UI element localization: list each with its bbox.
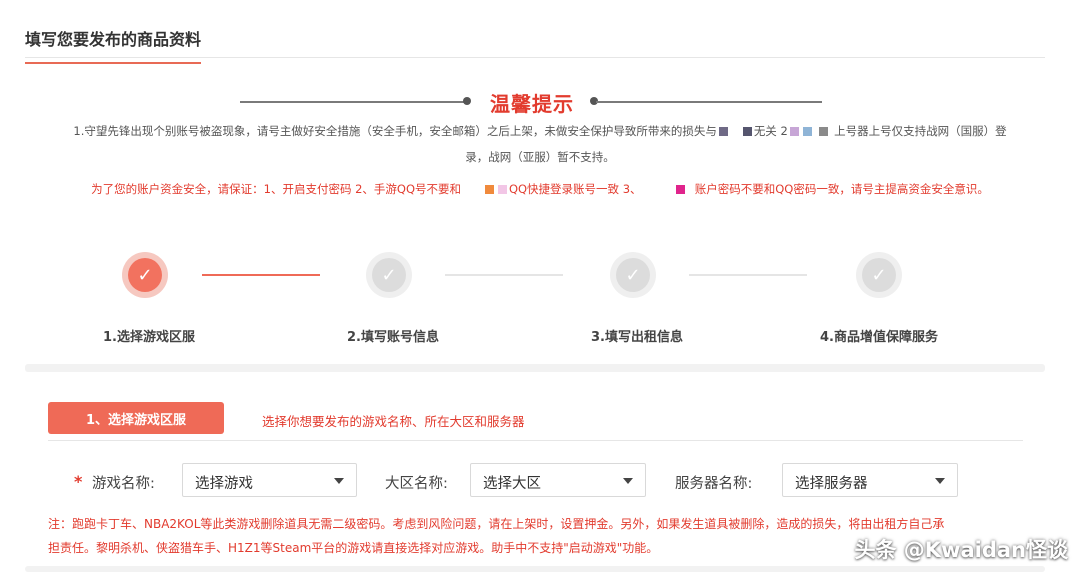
watermark: 头条 @Kwaidan怪谈 bbox=[854, 538, 1068, 562]
security-warning-a: 为了您的账户资金安全，请保证：1、开启支付密码 2、手游QQ号不要和 bbox=[91, 182, 462, 196]
step-2-label: 2.填写账号信息 bbox=[347, 330, 439, 345]
tip-line-2: 录，战网（亚服）暂不支持。 bbox=[465, 150, 615, 164]
page-title: 填写您要发布的商品资料 bbox=[25, 26, 202, 64]
tip-title: 温馨提示 bbox=[490, 92, 574, 116]
section-description: 选择你想要发布的游戏名称、所在大区和服务器 bbox=[262, 414, 525, 429]
progress-steps: ✓ 1.选择游戏区服 ✓ 2.填写账号信息 ✓ 3.填写出租信息 ✓ 4.商品增… bbox=[25, 232, 1045, 367]
security-warning: 为了您的账户资金安全，请保证：1、开启支付密码 2、手游QQ号不要和 QQ快捷登… bbox=[25, 181, 1055, 197]
section-rule bbox=[48, 440, 1023, 441]
step-2-indicator: ✓ bbox=[366, 252, 412, 298]
server-form-row: * 游戏名称: 选择游戏 大区名称: 选择大区 服务器名称: 选择服务器 bbox=[0, 463, 1080, 499]
bottom-divider bbox=[25, 566, 1045, 572]
tip-line-1: 1.守望先锋出现个别账号被盗现象，请号主做好安全措施（安全手机，安全邮箱）之后上… bbox=[25, 118, 1055, 144]
region-select[interactable]: 选择大区 bbox=[470, 463, 646, 497]
redacted-mark bbox=[484, 185, 494, 194]
tip-divider-right bbox=[596, 101, 822, 103]
tip-line-1-b: 无关 2 bbox=[753, 124, 788, 138]
tab-select-server[interactable]: 1、选择游戏区服 bbox=[48, 402, 224, 434]
game-select-value: 选择游戏 bbox=[195, 476, 253, 492]
dropdown-arrow-icon bbox=[623, 478, 633, 484]
server-select-value: 选择服务器 bbox=[795, 476, 868, 492]
redacted-mark bbox=[802, 127, 812, 136]
tip-line-1-c: 上号器上号仅支持战网（国服）登 bbox=[834, 124, 1007, 138]
step-connector-1 bbox=[202, 274, 320, 276]
step-1-indicator: ✓ bbox=[122, 252, 168, 298]
step-4-indicator: ✓ bbox=[856, 252, 902, 298]
redacted-mark bbox=[718, 127, 728, 136]
step-3-indicator: ✓ bbox=[610, 252, 656, 298]
redacted-mark bbox=[676, 185, 686, 194]
server-label: 服务器名称: bbox=[675, 476, 753, 492]
region-label: 大区名称: bbox=[385, 476, 448, 492]
check-icon: ✓ bbox=[372, 258, 406, 292]
page-header: 填写您要发布的商品资料 bbox=[25, 18, 1045, 64]
required-mark: * bbox=[74, 472, 83, 491]
redacted-mark bbox=[742, 127, 752, 136]
check-icon: ✓ bbox=[128, 258, 162, 292]
security-warning-b: QQ快捷登录账号一致 3、 bbox=[508, 182, 642, 196]
security-warning-c: 账户密码不要和QQ密码一致，请号主提高资金安全意识。 bbox=[694, 182, 989, 196]
step-1-label: 1.选择游戏区服 bbox=[103, 330, 195, 345]
step-3-label: 3.填写出租信息 bbox=[591, 330, 683, 345]
server-select[interactable]: 选择服务器 bbox=[782, 463, 958, 497]
dropdown-arrow-icon bbox=[334, 478, 344, 484]
redacted-mark bbox=[497, 185, 507, 194]
step-connector-3 bbox=[689, 274, 807, 276]
tip-line-1-a: 1.守望先锋出现个别账号被盗现象，请号主做好安全措施（安全手机，安全邮箱）之后上… bbox=[73, 124, 717, 138]
form-note-line-1: 注：跑跑卡丁车、NBA2KOL等此类游戏删除道具无需二级密码。考虑到风险问题，请… bbox=[48, 517, 945, 531]
game-select[interactable]: 选择游戏 bbox=[182, 463, 357, 497]
check-icon: ✓ bbox=[616, 258, 650, 292]
region-select-value: 选择大区 bbox=[483, 476, 541, 492]
tip-divider-left bbox=[240, 101, 466, 103]
section-divider bbox=[25, 364, 1045, 372]
redacted-mark bbox=[789, 127, 799, 136]
redacted-mark bbox=[819, 127, 829, 136]
step-4-label: 4.商品增值保障服务 bbox=[820, 330, 938, 345]
tip-dot-left bbox=[463, 97, 471, 105]
step-connector-2 bbox=[445, 274, 563, 276]
game-label: 游戏名称: bbox=[92, 476, 155, 492]
check-icon: ✓ bbox=[862, 258, 896, 292]
dropdown-arrow-icon bbox=[935, 478, 945, 484]
